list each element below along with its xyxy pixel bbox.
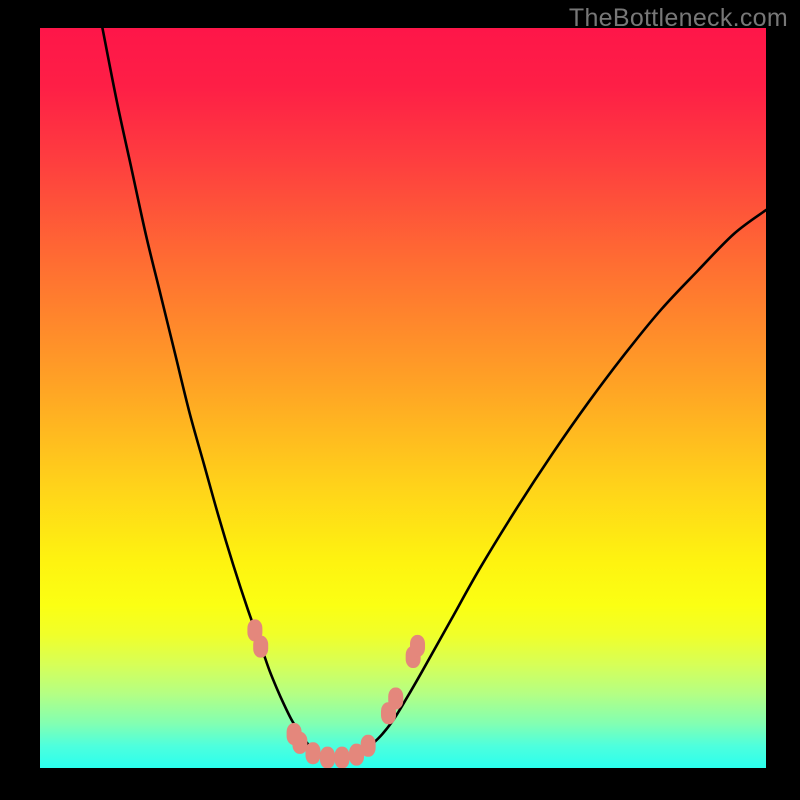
data-point: [381, 702, 396, 724]
curve-layer: [40, 28, 766, 768]
bottleneck-curve: [102, 28, 766, 759]
data-point: [292, 732, 307, 754]
chart-frame: TheBottleneck.com: [0, 0, 800, 800]
plot-area: [40, 28, 766, 768]
data-point: [406, 646, 421, 668]
data-point: [361, 735, 376, 757]
data-point: [388, 687, 403, 709]
data-point: [410, 635, 425, 657]
data-point: [349, 744, 364, 766]
data-point: [320, 747, 335, 768]
data-point: [253, 636, 268, 658]
data-point: [287, 723, 302, 745]
data-point: [247, 619, 262, 641]
data-point: [335, 747, 350, 768]
data-point: [305, 742, 320, 764]
points-layer: [40, 28, 766, 768]
